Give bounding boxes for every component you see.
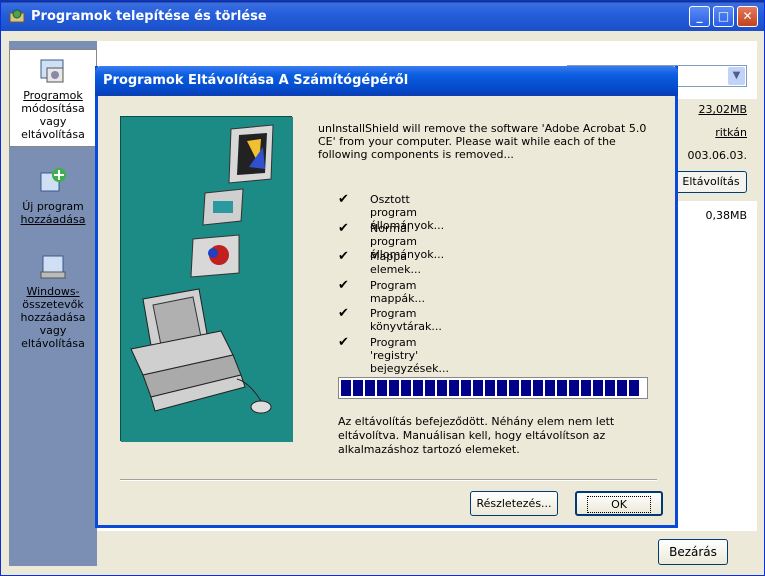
details-button[interactable]: Részletezés... bbox=[470, 491, 558, 516]
progress-block bbox=[401, 380, 411, 396]
sidebar-item-label: Új program bbox=[22, 200, 84, 213]
progress-block bbox=[545, 380, 555, 396]
progress-block bbox=[365, 380, 375, 396]
windows-components-icon bbox=[37, 250, 69, 282]
sidebar-item-label: Windows- bbox=[26, 285, 80, 298]
step-label: Mappa elemek... bbox=[370, 250, 421, 276]
sidebar-item-change-remove[interactable]: Programok módosítása vagy eltávolítása bbox=[9, 49, 97, 147]
progress-block bbox=[437, 380, 447, 396]
window-title: Programok telepítése és törlése bbox=[31, 9, 267, 24]
remove-button[interactable]: Eltávolítás bbox=[675, 171, 747, 193]
progress-block bbox=[629, 380, 639, 396]
progress-block bbox=[473, 380, 483, 396]
change-remove-programs-icon bbox=[37, 54, 69, 86]
sidebar-item-label: vagy bbox=[39, 324, 67, 337]
add-remove-programs-icon bbox=[9, 9, 25, 23]
progress-block bbox=[485, 380, 495, 396]
ok-button-label: OK bbox=[587, 496, 651, 513]
progress-block bbox=[353, 380, 363, 396]
progress-block bbox=[557, 380, 567, 396]
maximize-button[interactable]: □ bbox=[713, 6, 734, 27]
ok-button[interactable]: OK bbox=[575, 491, 663, 516]
installshield-banner-image bbox=[120, 116, 293, 442]
progress-block bbox=[389, 380, 399, 396]
progress-bar bbox=[338, 377, 648, 399]
sidebar-item-label: vagy eltávolítása bbox=[21, 115, 85, 141]
progress-block bbox=[509, 380, 519, 396]
sidebar-item-label: módosítása bbox=[21, 102, 85, 115]
completion-message: Az eltávolítás befejeződött. Néhány elem… bbox=[338, 415, 615, 456]
sidebar-item-windows-components[interactable]: Windows- összetevők hozzáadása vagy eltá… bbox=[9, 246, 97, 366]
dialog-title[interactable]: Programok Eltávolítása A Számítógépéről bbox=[95, 66, 678, 96]
sidebar-item-label: Programok bbox=[23, 89, 83, 102]
checkmark-icon: ✔ bbox=[338, 306, 349, 321]
program-size-other: 0,38MB bbox=[705, 209, 747, 222]
progress-block bbox=[533, 380, 543, 396]
progress-block bbox=[497, 380, 507, 396]
progress-block bbox=[449, 380, 459, 396]
uninstall-dialog: Programok Eltávolítása A Számítógépéről … bbox=[95, 66, 678, 528]
sidebar-item-add-program[interactable]: Új program hozzáadása bbox=[9, 161, 97, 231]
sidebar-item-label: hozzáadása bbox=[20, 311, 86, 324]
sidebar-item-label: eltávolítása bbox=[21, 337, 85, 350]
step-label: Program könyvtárak... bbox=[370, 307, 442, 333]
progress-block bbox=[605, 380, 615, 396]
sidebar-item-label: hozzáadása bbox=[20, 213, 86, 226]
close-window-button[interactable]: ✕ bbox=[737, 6, 758, 27]
progress-block bbox=[413, 380, 423, 396]
close-button[interactable]: Bezárás bbox=[658, 539, 728, 565]
checkmark-icon: ✔ bbox=[338, 192, 349, 207]
program-usage[interactable]: ritkán bbox=[697, 126, 747, 139]
minimize-button[interactable]: _ bbox=[689, 6, 710, 27]
step-label: Program mappák... bbox=[370, 278, 426, 305]
intro-text: unInstallShield will remove the software… bbox=[318, 122, 647, 161]
program-size: 23,02MB bbox=[698, 103, 747, 116]
checkmark-icon: ✔ bbox=[338, 220, 349, 236]
chevron-down-icon[interactable]: ▼ bbox=[728, 67, 745, 85]
step-label: Program 'registry' bejegyzések... bbox=[370, 335, 449, 375]
progress-block bbox=[581, 380, 591, 396]
progress-block bbox=[521, 380, 531, 396]
progress-block bbox=[425, 380, 435, 396]
progress-block bbox=[593, 380, 603, 396]
program-last-used: 003.06.03. bbox=[687, 149, 747, 162]
checkmark-icon: ✔ bbox=[338, 334, 349, 350]
progress-block bbox=[461, 380, 471, 396]
divider bbox=[120, 479, 657, 481]
progress-block bbox=[341, 380, 351, 396]
sidebar-item-label: összetevők bbox=[22, 298, 84, 311]
add-program-icon bbox=[37, 165, 69, 197]
checkmark-icon: ✔ bbox=[338, 277, 349, 293]
progress-block bbox=[377, 380, 387, 396]
progress-block bbox=[617, 380, 627, 396]
progress-block bbox=[569, 380, 579, 396]
sidebar: Programok módosítása vagy eltávolítása Ú… bbox=[9, 41, 97, 566]
window-titlebar[interactable]: Programok telepítése és törlése _ □ ✕ bbox=[1, 1, 764, 31]
checkmark-icon: ✔ bbox=[338, 249, 349, 264]
